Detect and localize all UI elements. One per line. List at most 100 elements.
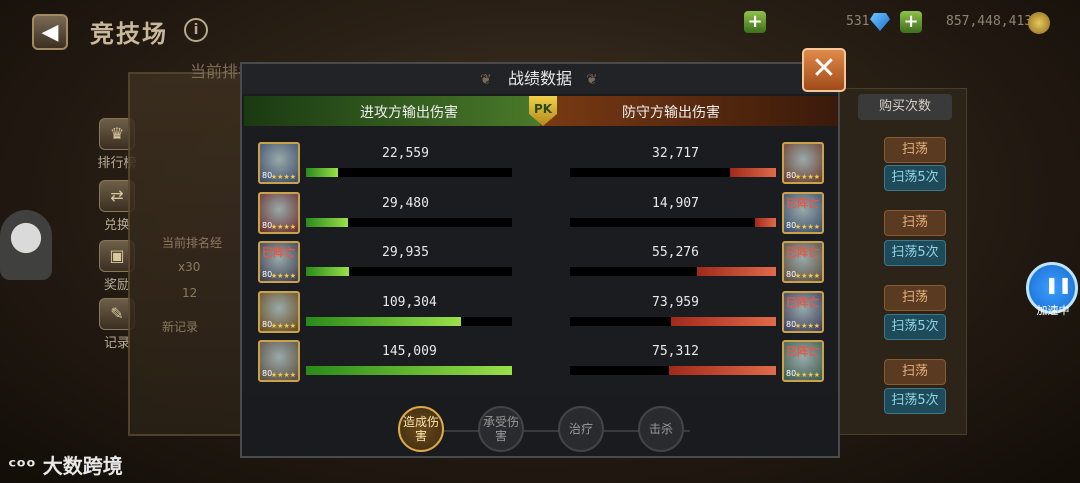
tab-healing[interactable]: 治疗 (558, 406, 604, 452)
sidebar-item-label: 兑换 (103, 218, 130, 233)
close-icon: ✕ (811, 51, 837, 86)
coins-icon (1028, 12, 1050, 34)
new-record-label: 新记录 (162, 320, 199, 334)
pause-icon: ❚❚ (1045, 275, 1072, 294)
star-icon: ★★★★ (794, 222, 820, 231)
sweep5-button[interactable]: 扫荡5次 (884, 165, 946, 191)
star-icon: ★★★★ (794, 321, 820, 330)
sweep-button[interactable]: 扫荡 (884, 210, 946, 236)
sweep5-button[interactable]: 扫荡5次 (884, 314, 946, 340)
dead-tag: 已阵亡 (786, 246, 819, 259)
attack-label: 进攻方输出伤害 (360, 105, 458, 121)
attack-damage-bar (306, 168, 339, 177)
gem-count: 531 (846, 14, 870, 29)
attacker-hero-avatar[interactable]: 80 ★★★★ (258, 191, 300, 234)
close-button[interactable]: ✕ (802, 48, 846, 92)
top-bar: ◀ 竞技场 i + 531 + 857,448,413 (0, 0, 1080, 50)
my-rank-label: 当前排名经 (162, 236, 223, 250)
defender-hero-avatar[interactable]: 80 ★★★★ (782, 142, 824, 184)
defender-hero-avatar[interactable]: 80 ★★★★ 已阵亡 (782, 241, 824, 283)
dead-tag: 已阵亡 (786, 295, 819, 309)
attack-damage-bar (306, 366, 512, 375)
dead-tag: 已阵亡 (786, 345, 819, 358)
defense-damage-bar (754, 217, 776, 227)
attacker-hero-avatar[interactable]: 80 ★★★★ (258, 340, 300, 382)
damage-row: 80 ★★★★ 29,480 14,907 80 ★★★★ 已阵亡 (242, 188, 838, 237)
speed-label: 加速中 (1036, 304, 1070, 317)
dead-tag: 已阵亡 (262, 246, 295, 259)
ornament-right-icon: ❦ (586, 72, 598, 88)
tab-damage-taken[interactable]: 承受伤害 (478, 406, 524, 452)
page-title: 竞技场 (90, 20, 168, 48)
sweep-button[interactable]: 扫荡 (884, 285, 946, 311)
tab-kills[interactable]: 击杀 (638, 406, 684, 452)
attack-damage-track (306, 267, 512, 276)
star-icon: ★★★★ (270, 371, 296, 379)
ornament-left-icon: ❦ (480, 72, 492, 88)
info-icon[interactable]: i (184, 18, 208, 42)
watermark-logo-icon: ᶜᵒᵒ (8, 454, 36, 478)
add-coins-button[interactable]: + (900, 11, 922, 33)
attack-damage-track (306, 217, 512, 227)
damage-row: 80 ★★★★ 已阵亡 29,935 55,276 80 ★★★★ 已阵亡 (242, 237, 838, 286)
add-gems-button[interactable]: + (744, 11, 766, 33)
defense-damage-value: 55,276 (652, 245, 699, 260)
attack-damage-bar (306, 267, 349, 276)
damage-row: 80 ★★★★ 22,559 32,717 80 ★★★★ (242, 138, 838, 187)
back-button[interactable]: ◀ (32, 14, 68, 50)
coin-count: 857,448,413 (946, 14, 1033, 29)
battle-stats-modal: ❦ 战绩数据 ❦ 进攻方输出伤害 防守方输出伤害 PK 80 ★★★★ 22,559… (240, 62, 840, 458)
buy-times-button[interactable]: 购买次数 (858, 94, 952, 120)
attacker-hero-avatar[interactable]: 80 ★★★★ (258, 142, 300, 184)
damage-row: 80 ★★★★ 109,304 73,959 80 ★★★★ 已阵亡 (242, 287, 838, 336)
defense-damage-value: 73,959 (652, 294, 699, 310)
star-icon: ★★★★ (270, 173, 296, 181)
defender-hero-avatar[interactable]: 80 ★★★★ 已阵亡 (782, 191, 824, 234)
back-arrow-icon: ◀ (41, 19, 59, 45)
defender-hero-avatar[interactable]: 80 ★★★★ 已阵亡 (782, 340, 824, 382)
attack-damage-value: 109,304 (382, 294, 437, 310)
star-icon: ★★★★ (270, 321, 296, 330)
modal-title: 战绩数据 (507, 69, 572, 88)
defense-damage-bar (697, 267, 776, 276)
modal-header: ❦ 战绩数据 ❦ (242, 64, 838, 94)
star-icon: ★★★★ (794, 272, 820, 280)
attacker-hero-avatar[interactable]: 80 ★★★★ 已阵亡 (258, 241, 300, 283)
defense-damage-track (570, 217, 776, 227)
star-icon: ★★★★ (794, 173, 820, 181)
gem-icon (870, 13, 890, 31)
defense-damage-bar (729, 168, 776, 177)
defense-damage-value: 14,907 (652, 195, 699, 211)
defense-header: 防守方输出伤害 (540, 96, 838, 126)
attack-damage-value: 22,559 (382, 146, 429, 161)
attack-damage-value: 29,480 (382, 195, 429, 211)
attacker-hero-avatar[interactable]: 80 ★★★★ (258, 290, 300, 333)
defense-damage-track (570, 366, 776, 375)
tab-damage-dealt[interactable]: 造成伤害 (398, 406, 444, 452)
defense-damage-bar (669, 366, 776, 375)
gem-reward: x30 (178, 260, 201, 274)
sweep-button[interactable]: 扫荡 (884, 137, 946, 163)
sweep-button[interactable]: 扫荡 (884, 359, 946, 385)
attack-damage-track (306, 366, 512, 375)
attack-damage-bar (306, 316, 462, 326)
defense-damage-value: 75,312 (652, 344, 699, 359)
attack-header: 进攻方输出伤害 (244, 96, 542, 126)
attack-damage-track (306, 316, 512, 326)
defense-damage-track (570, 267, 776, 276)
defense-damage-value: 32,717 (652, 146, 699, 161)
sidebar-item-label: 记录 (103, 336, 130, 351)
star-icon: ★★★★ (270, 222, 296, 231)
attack-damage-track (306, 168, 512, 177)
star-icon: ★★★★ (794, 371, 820, 379)
key-reward: 12 (182, 286, 198, 300)
mascot-avatar[interactable] (0, 210, 52, 280)
star-icon: ★★★★ (270, 272, 296, 280)
attack-damage-value: 145,009 (382, 344, 437, 359)
defense-damage-track (570, 316, 776, 326)
attack-damage-bar (306, 217, 348, 227)
defense-damage-track (570, 168, 776, 177)
sweep5-button[interactable]: 扫荡5次 (884, 388, 946, 414)
sweep5-button[interactable]: 扫荡5次 (884, 240, 946, 266)
defender-hero-avatar[interactable]: 80 ★★★★ 已阵亡 (782, 290, 824, 333)
